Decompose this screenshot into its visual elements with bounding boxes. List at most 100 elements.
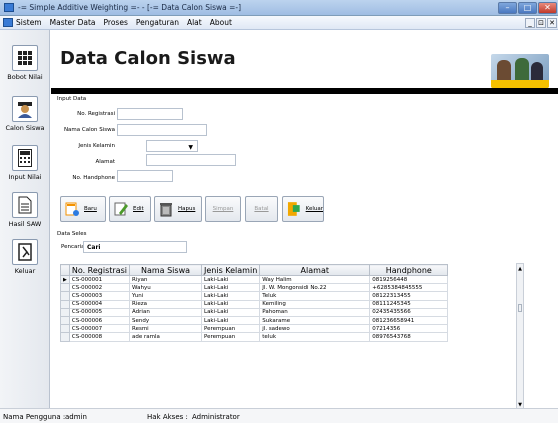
table-cell: Sukarame: [259, 315, 371, 326]
user-value: admin: [65, 413, 87, 421]
table-cell: 07214356: [369, 324, 449, 334]
column-header[interactable]: Handphone: [369, 264, 449, 276]
table-cell: 02435435566: [369, 307, 449, 317]
no-handphone-label: No. Handphone: [72, 175, 115, 181]
table-cell: Sendy: [129, 315, 202, 326]
exit-door-icon: [287, 202, 300, 216]
sidebar-item-label: Hasil SAW: [8, 220, 42, 228]
table-cell: Jl. W. Mongonsidi No.22: [259, 283, 371, 293]
table-row[interactable]: CS-000002 Wahyu Laki-Laki Jl. W. Mongonsidi…: [60, 283, 449, 293]
table-row[interactable]: CS-000007 Resmi Perempuan jl. sadewo 0721435…: [60, 324, 449, 334]
search-input[interactable]: Cari: [83, 241, 187, 253]
hapus-button[interactable]: Hapus: [154, 196, 202, 222]
table-cell: CS-000002: [68, 283, 131, 293]
table-scrollbar[interactable]: ▲ ▼: [516, 263, 524, 411]
content-panel: Data Calon Siswa Input Data No. Registra…: [51, 30, 558, 411]
row-marker: [60, 299, 70, 309]
row-marker: [60, 291, 70, 301]
row-marker: [60, 332, 70, 342]
sidebar-item-label: Bobot Nilai: [7, 73, 43, 81]
simpan-label: Simpan: [212, 206, 234, 212]
table-cell: Wahyu: [129, 283, 202, 293]
table-cell: 0819256448: [369, 274, 449, 285]
row-marker: [60, 307, 70, 317]
maximize-button[interactable]: □: [518, 2, 537, 14]
sidebar-item-input-nilai[interactable]: Input Nilai: [2, 145, 48, 181]
child-restore-button[interactable]: ⊡: [536, 18, 546, 28]
calculator-icon: [12, 145, 38, 171]
no-registrasi-input[interactable]: [117, 108, 183, 120]
jenis-kelamin-select[interactable]: ▼: [146, 140, 198, 152]
table-cell: CS-000006: [68, 315, 131, 326]
exit-icon: [12, 239, 38, 265]
no-handphone-input[interactable]: [117, 170, 173, 182]
child-close-button[interactable]: ✕: [547, 18, 557, 28]
app-icon: [4, 3, 14, 12]
column-header[interactable]: No. Registrasi: [68, 264, 131, 276]
child-minimize-button[interactable]: _: [525, 18, 535, 28]
sidebar-item-keluar[interactable]: Keluar: [2, 239, 48, 275]
window-title: -= Simple Additive Weighting =- - [-= Da…: [18, 3, 242, 12]
menu-proses[interactable]: Proses: [104, 18, 128, 27]
close-button[interactable]: ✕: [538, 2, 557, 14]
column-header[interactable]: Alamat: [259, 264, 371, 276]
menu-alat[interactable]: Alat: [187, 18, 202, 27]
table-cell: CS-000004: [68, 299, 131, 309]
column-header[interactable]: Nama Siswa: [129, 264, 202, 276]
header-logo-image: [491, 54, 549, 88]
menu-sistem[interactable]: Sistem: [16, 18, 42, 27]
grid-icon: [12, 45, 38, 71]
table-cell: Perempuan: [200, 332, 261, 342]
trash-icon: [160, 203, 172, 217]
table-cell: CS-000008: [68, 332, 131, 342]
table-row[interactable]: CS-000004 Rieza Laki-Laki Kemiling 081112453…: [60, 299, 449, 309]
data-table: No. Registrasi Nama Siswa Jenis Kelamin …: [60, 264, 449, 342]
alamat-input[interactable]: [146, 154, 236, 166]
table-cell: Laki-Laki: [200, 315, 261, 326]
hapus-label: Hapus: [178, 206, 196, 212]
table-cell: 08122313455: [369, 291, 449, 301]
table-cell: Riyan: [129, 274, 202, 285]
scroll-up-icon[interactable]: ▲: [517, 266, 523, 272]
access-label: Hak Akses :: [147, 413, 188, 421]
sidebar-item-calon-siswa[interactable]: Calon Siswa: [2, 96, 48, 132]
row-marker-header: [60, 264, 70, 276]
table-row[interactable]: CS-000008 ade ramla Perempuan teluk 08976543…: [60, 332, 449, 342]
menu-master-data[interactable]: Master Data: [50, 18, 96, 27]
table-cell: Resmi: [129, 324, 202, 334]
table-cell: Laki-Laki: [200, 307, 261, 317]
edit-button[interactable]: Edit: [109, 196, 151, 222]
table-cell: Pahoman: [259, 307, 371, 317]
menu-about[interactable]: About: [210, 18, 232, 27]
menu-pengaturan[interactable]: Pengaturan: [136, 18, 179, 27]
row-marker: ▶: [60, 274, 70, 285]
table-cell: Laki-Laki: [200, 283, 261, 293]
table-cell: 081236658941: [369, 315, 449, 326]
table-row[interactable]: CS-000005 Adrian Laki-Laki Pahoman 024354355…: [60, 307, 449, 317]
no-registrasi-label: No. Registrasi: [77, 111, 115, 117]
table-row[interactable]: ▶ CS-000001 Riyan Laki-Laki Way Halim 0819256…: [60, 274, 449, 285]
baru-button[interactable]: Baru: [60, 196, 106, 222]
table-cell: Perempuan: [200, 324, 261, 334]
table-row[interactable]: CS-000006 Sendy Laki-Laki Sukarame 081236658…: [60, 315, 449, 326]
simpan-button[interactable]: Simpan: [205, 196, 241, 222]
minimize-button[interactable]: –: [498, 2, 517, 14]
table-cell: jl. sadewo: [259, 324, 371, 334]
table-row[interactable]: CS-000003 Yuni Laki-Laki Teluk 08122313455: [60, 291, 449, 301]
column-header[interactable]: Jenis Kelamin: [200, 264, 261, 276]
batal-button[interactable]: Batal: [245, 196, 278, 222]
table-cell: Laki-Laki: [200, 291, 261, 301]
table-cell: 08111245345: [369, 299, 449, 309]
nama-calon-siswa-input[interactable]: [117, 124, 207, 136]
table-cell: Kemiling: [259, 299, 371, 309]
sidebar-item-bobot-nilai[interactable]: Bobot Nilai: [2, 45, 48, 81]
table-cell: CS-000003: [68, 291, 131, 301]
sidebar-item-label: Calon Siswa: [5, 124, 45, 132]
table-cell: Way Halim: [259, 274, 371, 285]
sidebar-item-hasil-saw[interactable]: Hasil SAW: [2, 192, 48, 228]
user-label: Nama Pengguna :: [3, 413, 66, 421]
search-value: Cari: [87, 244, 101, 251]
menu-bar: Sistem Master Data Proses Pengaturan Ala…: [0, 16, 558, 30]
keluar-button[interactable]: Keluar: [282, 196, 324, 222]
scroll-thumb[interactable]: [518, 304, 522, 312]
